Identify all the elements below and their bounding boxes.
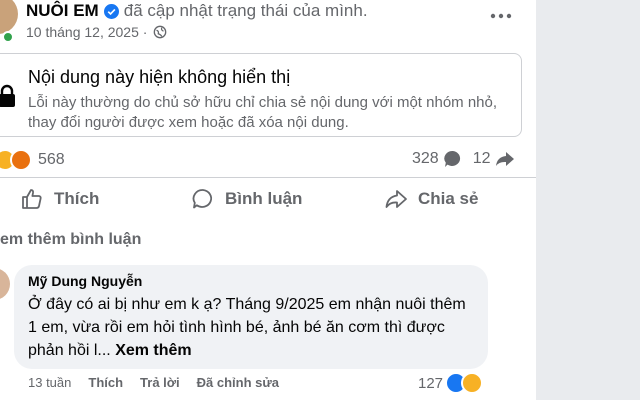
unavailable-description: Lỗi này thường do chủ sở hữu chỉ chia sẻ… — [28, 94, 498, 131]
comment-time[interactable]: 13 tuần — [28, 375, 71, 390]
engagement-counts: 328 12 — [412, 149, 525, 169]
commenter-name[interactable]: Mỹ Dung Nguyễn — [28, 273, 142, 289]
share-label: Chia sẻ — [418, 189, 479, 208]
share-icon — [385, 190, 407, 208]
comment-bubble-icon — [444, 150, 460, 167]
view-more-comments-link[interactable]: em thêm bình luận — [0, 231, 141, 249]
online-status-dot — [2, 31, 14, 43]
right-gutter — [536, 0, 640, 400]
see-more-link[interactable]: Xem thêm — [115, 342, 191, 359]
comment-text: Ở đây có ai bị như em k ạ? Tháng 9/2025 … — [28, 293, 478, 362]
wow-reaction-icon — [461, 372, 484, 394]
comment-button[interactable]: Bình luận — [191, 187, 302, 211]
post-meta: 10 tháng 12, 2025 · — [26, 24, 167, 40]
share-arrow-icon — [495, 152, 514, 166]
comment-label: Bình luận — [225, 189, 303, 208]
comment-reply-button[interactable]: Trả lời — [140, 375, 180, 390]
comment-bubble: Mỹ Dung Nguyễn Ở đây có ai bị như em k ạ… — [14, 265, 488, 369]
status-text: đã cập nhật trạng thái của mình. — [123, 1, 368, 20]
verified-badge-icon — [103, 3, 119, 19]
comment-icon — [192, 189, 212, 209]
like-button[interactable]: Thích — [20, 187, 99, 211]
comment-like-button[interactable]: Thích — [88, 375, 123, 390]
comment-edited-label[interactable]: Đã chỉnh sửa — [197, 375, 279, 390]
author-name[interactable]: NUÔI EM — [26, 1, 99, 21]
post-date[interactable]: 10 tháng 12, 2025 — [26, 24, 139, 40]
shares-count[interactable]: 12 — [473, 150, 491, 168]
comment-meta: 13 tuần Thích Trả lời Đã chỉnh sửa — [28, 375, 296, 390]
unavailable-title: Nội dung này hiện không hiển thị — [28, 67, 291, 87]
like-label: Thích — [54, 189, 100, 208]
comment-reactions[interactable]: 127 — [418, 372, 484, 394]
post-card: NUÔI EM đã cập nhật trạng thái của mình.… — [0, 0, 536, 400]
author-avatar[interactable] — [0, 0, 18, 34]
unavailable-content-box: Nội dung này hiện không hiển thị Lỗi này… — [0, 53, 522, 137]
comments-count[interactable]: 328 — [412, 150, 439, 168]
comment-reactions-count: 127 — [418, 374, 444, 392]
post-header: NUÔI EM đã cập nhật trạng thái của mình. — [26, 0, 368, 22]
reactions-count: 568 — [38, 151, 65, 168]
post-actions-bar: Thích Bình luận Chia sẻ — [0, 177, 536, 223]
share-button[interactable]: Chia sẻ — [384, 187, 478, 211]
angry-reaction-icon — [10, 149, 32, 171]
more-horizontal-icon[interactable] — [488, 8, 514, 24]
thumbs-up-icon — [22, 189, 42, 209]
comment-body: Ở đây có ai bị như em k ạ? Tháng 9/2025 … — [28, 296, 466, 359]
globe-icon — [154, 25, 167, 39]
commenter-avatar[interactable] — [0, 268, 10, 300]
reactions-summary[interactable]: 568 — [0, 149, 65, 171]
lock-icon — [0, 84, 15, 107]
